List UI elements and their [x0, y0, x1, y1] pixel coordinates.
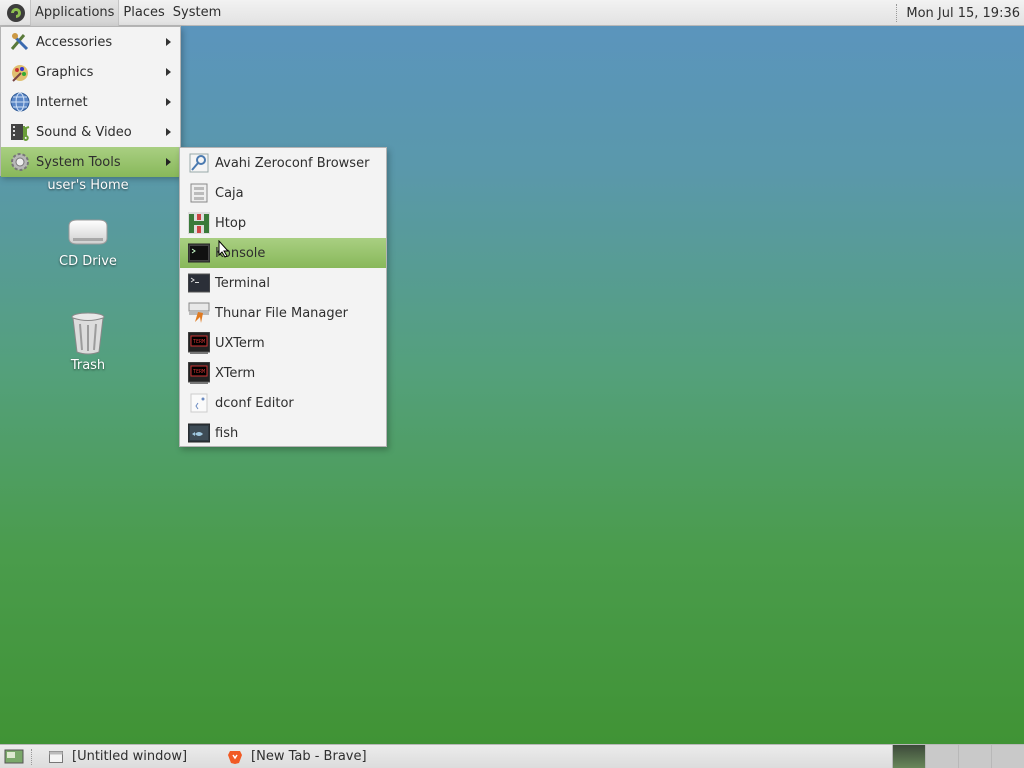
desktop-icon-home[interactable]: user's Home	[33, 176, 143, 193]
menu-item-xterm[interactable]: TERM XTerm	[180, 358, 386, 388]
menu-item-label: UXTerm	[215, 335, 265, 351]
system-tools-icon	[9, 151, 31, 173]
desktop-icon-label: user's Home	[47, 178, 129, 193]
submenu-arrow-icon	[166, 158, 171, 166]
menu-item-dconf[interactable]: dconf Editor	[180, 388, 386, 418]
menu-item-label: XTerm	[215, 365, 256, 381]
menu-item-internet[interactable]: Internet	[1, 87, 180, 117]
menu-item-label: Thunar File Manager	[215, 305, 348, 321]
top-panel: Applications Places System Mon Jul 15, 1…	[0, 0, 1024, 26]
menu-item-konsole[interactable]: Konsole	[180, 238, 386, 268]
workspace-2[interactable]	[925, 745, 958, 768]
workspace-3[interactable]	[958, 745, 991, 768]
submenu-arrow-icon	[166, 128, 171, 136]
bottom-panel: [Untitled window] [New Tab - Brave]	[0, 744, 1024, 768]
konsole-icon	[188, 242, 210, 264]
menu-item-label: Htop	[215, 215, 247, 231]
svg-text:TERM: TERM	[193, 369, 205, 375]
accessories-icon	[9, 31, 31, 53]
caja-icon	[188, 182, 210, 204]
submenu-arrow-icon	[166, 68, 171, 76]
sound-video-icon	[9, 121, 31, 143]
menu-item-uxterm[interactable]: TERM UXTerm	[180, 328, 386, 358]
htop-icon	[188, 212, 210, 234]
menu-item-thunar[interactable]: Thunar File Manager	[180, 298, 386, 328]
menu-item-label: dconf Editor	[215, 395, 294, 411]
menu-item-label: Graphics	[36, 64, 94, 80]
dconf-icon	[188, 392, 210, 414]
workspace-4[interactable]	[991, 745, 1024, 768]
taskbar-item-label: [New Tab - Brave]	[251, 749, 367, 764]
xterm-icon: TERM	[188, 362, 210, 384]
trash-icon	[33, 310, 143, 356]
submenu-arrow-icon	[166, 38, 171, 46]
taskbar-item-untitled-window[interactable]: [Untitled window]	[42, 746, 193, 768]
menu-item-fish[interactable]: fish	[180, 418, 386, 448]
internet-icon	[9, 91, 31, 113]
places-menu[interactable]: Places	[119, 0, 168, 26]
fish-icon	[188, 422, 210, 444]
applications-menu[interactable]: Applications	[30, 0, 120, 26]
system-menu[interactable]: System	[169, 0, 225, 26]
svg-text:TERM: TERM	[193, 339, 205, 345]
workspace-1[interactable]	[892, 745, 925, 768]
avahi-icon	[188, 152, 210, 174]
panel-separator	[896, 4, 902, 22]
desktop-icon-trash[interactable]: Trash	[33, 310, 143, 373]
show-desktop-icon[interactable]	[3, 746, 25, 768]
uxterm-icon: TERM	[188, 332, 210, 354]
terminal-icon	[188, 272, 210, 294]
workspace-switcher	[892, 745, 1024, 768]
menu-item-label: Accessories	[36, 34, 113, 50]
cd-drive-icon	[33, 214, 143, 252]
menu-item-htop[interactable]: Htop	[180, 208, 386, 238]
menu-item-sound-video[interactable]: Sound & Video	[1, 117, 180, 147]
menu-item-label: Internet	[36, 94, 88, 110]
system-tools-submenu: Avahi Zeroconf Browser Caja Htop Konsole…	[179, 147, 387, 447]
menu-item-label: System Tools	[36, 154, 121, 170]
panel-separator	[31, 748, 36, 765]
menu-item-label: Sound & Video	[36, 124, 132, 140]
applications-dropdown: Accessories Graphics Internet Sound & Vi…	[0, 26, 181, 177]
thunar-icon	[188, 302, 210, 324]
window-icon	[48, 749, 64, 765]
graphics-icon	[9, 61, 31, 83]
menu-item-accessories[interactable]: Accessories	[1, 27, 180, 57]
menu-item-label: fish	[215, 425, 239, 441]
menu-item-label: Terminal	[215, 275, 270, 291]
clock[interactable]: Mon Jul 15, 19:36	[906, 6, 1024, 21]
desktop-icon-label: CD Drive	[59, 254, 117, 269]
menu-item-avahi[interactable]: Avahi Zeroconf Browser	[180, 148, 386, 178]
mate-logo-icon[interactable]	[5, 2, 27, 24]
menu-item-terminal[interactable]: Terminal	[180, 268, 386, 298]
menu-item-label: Avahi Zeroconf Browser	[215, 155, 370, 171]
menu-item-graphics[interactable]: Graphics	[1, 57, 180, 87]
menu-item-label: Caja	[215, 185, 244, 201]
desktop-icon-label: Trash	[70, 358, 106, 373]
taskbar-item-label: [Untitled window]	[72, 749, 188, 764]
menu-item-caja[interactable]: Caja	[180, 178, 386, 208]
desktop-icon-cd-drive[interactable]: CD Drive	[33, 214, 143, 269]
brave-icon	[227, 749, 243, 765]
submenu-arrow-icon	[166, 98, 171, 106]
mouse-cursor-icon	[218, 239, 230, 262]
taskbar-item-brave[interactable]: [New Tab - Brave]	[221, 746, 373, 768]
menu-item-system-tools[interactable]: System Tools	[1, 147, 180, 177]
